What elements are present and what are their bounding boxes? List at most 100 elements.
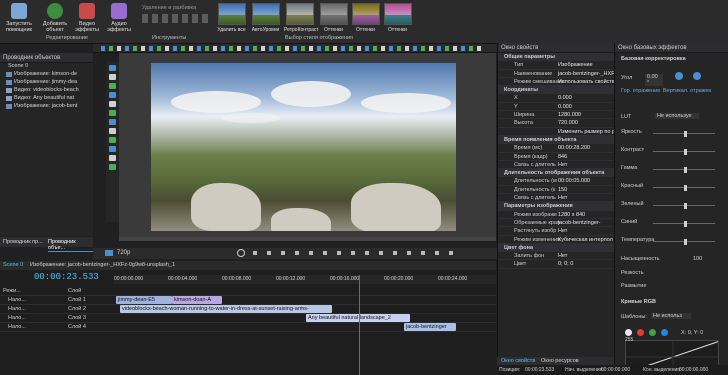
video-tool[interactable] (109, 155, 116, 161)
flip-vertical-checkbox[interactable]: Вертикал. отражен (663, 88, 711, 94)
property-section[interactable]: Общие параметры (498, 53, 614, 62)
canvas-hscroll[interactable] (119, 237, 496, 241)
flip-horizontal-checkbox[interactable]: Гор. отражение (621, 88, 660, 94)
tab-selected-object[interactable]: Изображение: jacob-bentzinger-_HXFz-0g9w… (30, 262, 175, 268)
clip-videoblocks[interactable]: videoblocks-beach-woman-running-to-water… (120, 305, 332, 313)
wizard-button[interactable]: Запустить помощник (4, 3, 34, 37)
curve-channel-dot[interactable] (649, 329, 656, 336)
tab-project-explorer[interactable]: Проводник пр... (3, 239, 43, 245)
property-row[interactable]: Обрезаемые края jacob-bentzinger- (498, 219, 614, 228)
effect-slider[interactable] (653, 167, 715, 173)
tree-item[interactable]: Видео: Any beautiful nat (0, 95, 93, 103)
style-remove-all[interactable]: Удалить все (216, 3, 247, 35)
property-row[interactable]: Длительность (к 150 (498, 186, 614, 195)
curve-channel-dot[interactable] (661, 329, 668, 336)
tree-item[interactable]: Видео: videoblocks-beach (0, 87, 93, 95)
rotate-right-icon[interactable] (693, 72, 701, 80)
property-row[interactable]: Цвет 0; 0; 0 (498, 260, 614, 269)
play-button[interactable] (237, 249, 245, 257)
slider-knob[interactable] (684, 131, 687, 137)
tree-item[interactable]: Изображение: kimson-de (0, 71, 93, 79)
effect-slider[interactable] (653, 203, 715, 209)
rgb-curves-section[interactable]: Кривые RGB (621, 299, 656, 305)
track-layer-3[interactable]: Нало... Слой 3 (0, 314, 496, 323)
effect-slider[interactable] (653, 185, 715, 191)
tool-icons-row[interactable] (142, 14, 212, 23)
property-row[interactable]: Длительность (м 00:00:05.000 (498, 177, 614, 186)
playhead[interactable] (359, 275, 360, 375)
video-effects-button[interactable]: Видео эффекты (72, 3, 102, 37)
property-row[interactable]: Тип Изображение (498, 61, 614, 70)
tab-scene[interactable]: Scene 0 (3, 262, 23, 268)
property-row[interactable]: Время (мс) 00:00:28.200 (498, 144, 614, 153)
pointer-tool[interactable] (109, 65, 116, 71)
sprite-tool[interactable] (109, 164, 116, 170)
effect-slider[interactable] (653, 221, 715, 227)
property-section[interactable]: Длительность отображения объекта (498, 169, 614, 178)
tree-scene[interactable]: Scene 0 (0, 63, 93, 71)
subtitle-tool[interactable] (109, 128, 116, 134)
timeline-ruler[interactable]: 00:00:00.000 00:00:04.000 00:00:08.000 0… (114, 275, 496, 284)
property-row[interactable]: Связь с длитель Нет (498, 194, 614, 203)
property-row[interactable]: X 0.000 (498, 94, 614, 103)
tab-properties[interactable]: Окно свойств (501, 358, 535, 364)
property-row[interactable]: Залить фон Нет (498, 252, 614, 261)
tree-item[interactable]: Изображение: jacob-bent (0, 103, 93, 111)
preview-image[interactable] (151, 63, 456, 231)
text-tool[interactable] (109, 74, 116, 80)
slider-knob[interactable] (684, 203, 687, 209)
animation-tool[interactable] (109, 137, 116, 143)
tree-item[interactable]: Изображение: jimmy-dea (0, 79, 93, 87)
effect-slider[interactable] (653, 131, 715, 137)
style-tints-1[interactable]: Оттенки (318, 3, 349, 35)
property-row[interactable]: Режим изображе 1280 x 840 (498, 211, 614, 219)
line-tool[interactable] (109, 92, 116, 98)
tab-resources[interactable]: Окно ресурсов (541, 358, 579, 364)
clip-landscape[interactable]: Any beautiful natural landscape_2 (306, 314, 410, 322)
property-section[interactable]: Параметры изображения (498, 202, 614, 211)
style-tints-2[interactable]: Оттенки (350, 3, 381, 35)
lut-select[interactable]: Не используе (655, 113, 699, 119)
property-row[interactable]: Ширина 1280.000 (498, 111, 614, 120)
property-section[interactable]: Время появления объекта (498, 135, 614, 145)
slider-knob[interactable] (684, 185, 687, 191)
chart-tool[interactable] (109, 119, 116, 125)
property-row[interactable]: Связь с длитель Нет (498, 161, 614, 170)
quality-select[interactable]: 720p (117, 250, 130, 256)
slider-knob[interactable] (684, 167, 687, 173)
effect-slider[interactable] (653, 149, 715, 155)
property-row[interactable]: Наименование jacob-bentzinger-_HXFz (498, 70, 614, 78)
tool-delete-split[interactable]: Удаление и разбивка (142, 5, 196, 11)
property-row[interactable]: Режим изменения Кубическая интерпол (498, 236, 614, 244)
tab-object-explorer[interactable]: Проводник объе... (48, 239, 93, 252)
property-section[interactable]: Координаты (498, 86, 614, 95)
transport-buttons[interactable] (253, 251, 453, 255)
curve-channel-dot[interactable] (637, 329, 644, 336)
audio-effects-button[interactable]: Аудио эффекты (104, 3, 134, 37)
style-retro-contrast[interactable]: РетроКонтраст (284, 3, 319, 35)
image-tool[interactable] (109, 101, 116, 107)
audio-tool[interactable] (109, 146, 116, 152)
rotate-left-icon[interactable] (675, 72, 683, 80)
add-object-button[interactable]: Добавить объект (40, 3, 70, 37)
effect-slider[interactable] (653, 239, 715, 245)
curve-channel-dot[interactable] (625, 329, 632, 336)
slider-knob[interactable] (684, 149, 687, 155)
property-row[interactable]: Растянуть изобр Нет (498, 227, 614, 236)
slider-knob[interactable] (684, 239, 687, 245)
align-tools[interactable] (101, 46, 481, 51)
property-row[interactable]: Режим смешивания Использовать свойства (498, 78, 614, 87)
property-row[interactable]: Время (кадр) 846 (498, 153, 614, 161)
slider-knob[interactable] (684, 221, 687, 227)
style-tints-3[interactable]: Оттенки (382, 3, 413, 35)
property-row[interactable]: Изменить размер по род. объекту (498, 128, 614, 136)
base-correction-section[interactable]: Базовая корректировка (621, 56, 686, 62)
style-auto-levels[interactable]: АвтоУровни (250, 3, 281, 35)
view-mode-icon[interactable] (105, 250, 113, 256)
property-row[interactable]: Высота 720.000 (498, 119, 614, 128)
clip-kimson[interactable]: kimson-doan-A (172, 296, 222, 304)
ellipse-tool[interactable] (109, 110, 116, 116)
property-section[interactable]: Цвет фона (498, 243, 614, 253)
shape-tool[interactable] (109, 83, 116, 89)
clip-jimmy[interactable]: jimmy-dean-E5 (116, 296, 172, 304)
